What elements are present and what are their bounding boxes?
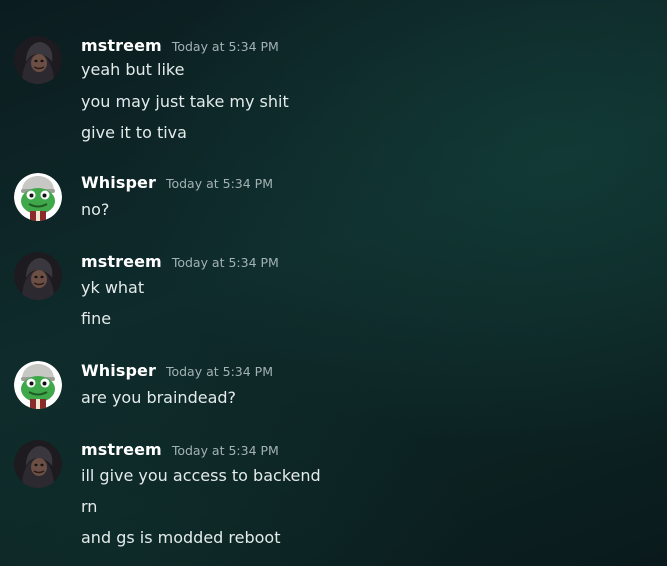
username[interactable]: Whisper	[81, 361, 156, 380]
green-frog-avatar-icon[interactable]	[14, 173, 62, 221]
message-header: Whisper Today at 5:34 PM	[81, 361, 273, 383]
hooded-figure-avatar-icon[interactable]	[14, 440, 62, 488]
timestamp: Today at 5:34 PM	[165, 176, 273, 191]
message-text: fine	[81, 309, 112, 328]
message-text: ill give you access to backend	[81, 466, 321, 485]
message-header: Whisper Today at 5:34 PM	[81, 173, 273, 195]
message-text: yeah but like	[81, 60, 185, 79]
green-frog-avatar-icon[interactable]	[14, 361, 62, 409]
message-text: you may just take my shit	[81, 92, 289, 111]
message-text: are you braindead?	[81, 388, 237, 407]
username[interactable]: Whisper	[81, 173, 156, 192]
message-text: give it to tiva	[81, 123, 187, 142]
username[interactable]: mstreem	[81, 36, 162, 55]
hooded-figure-avatar-icon[interactable]	[14, 252, 62, 300]
hooded-figure-avatar-icon[interactable]	[14, 36, 62, 84]
username[interactable]: mstreem	[81, 252, 162, 271]
timestamp: Today at 5:34 PM	[171, 39, 279, 54]
message-text: no?	[81, 200, 110, 219]
timestamp: Today at 5:34 PM	[171, 443, 279, 458]
message-header: mstreem Today at 5:34 PM	[81, 440, 279, 462]
previous-message-fragment	[0, 0, 667, 6]
message-text: and gs is modded reboot	[81, 528, 281, 547]
timestamp: Today at 5:34 PM	[171, 255, 279, 270]
message-header: mstreem Today at 5:34 PM	[81, 36, 279, 58]
message-header: mstreem Today at 5:34 PM	[81, 252, 279, 274]
message-text: yk what	[81, 278, 145, 297]
username[interactable]: mstreem	[81, 440, 162, 459]
timestamp: Today at 5:34 PM	[165, 364, 273, 379]
chat-message-list[interactable]: mstreem Today at 5:34 PM yeah but like y…	[0, 0, 667, 566]
message-text: rn	[81, 497, 98, 516]
